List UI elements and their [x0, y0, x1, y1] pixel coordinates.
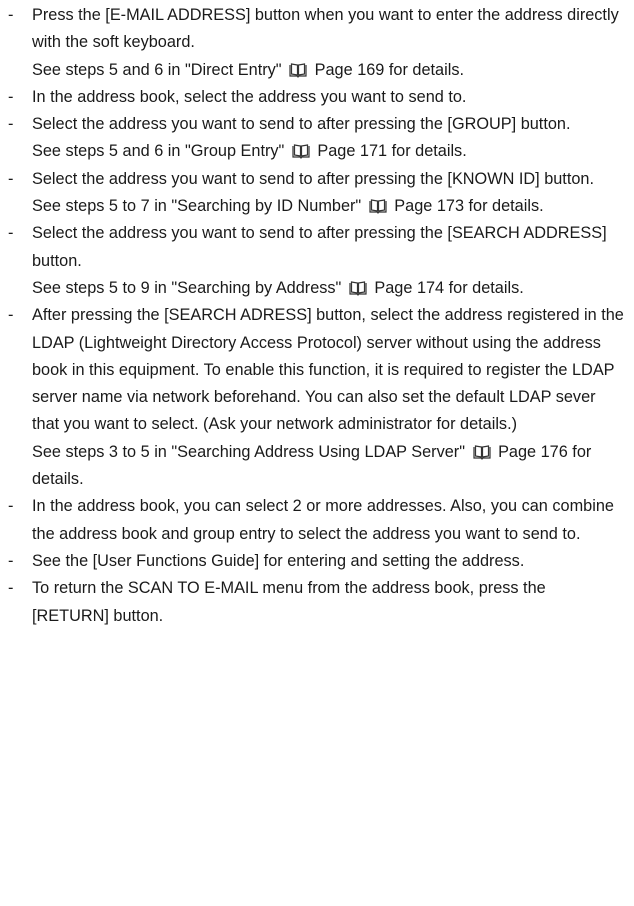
list-item: - Select the address you want to send to…	[8, 220, 626, 302]
bullet-dash: -	[8, 306, 14, 325]
list-item: - After pressing the [SEARCH ADRESS] but…	[8, 302, 626, 493]
list-item: - Select the address you want to send to…	[8, 111, 626, 166]
ref-text: See steps 5 and 6 in "Group Entry"	[32, 142, 285, 161]
list-item: - See the [User Functions Guide] for ent…	[8, 548, 626, 575]
ref-text: See steps 5 and 6 in "Direct Entry"	[32, 60, 282, 79]
note-text: Select the address you want to send to a…	[32, 115, 571, 134]
note-text: Press the [E-MAIL ADDRESS] button when y…	[32, 6, 619, 52]
note-text: In the address book, select the address …	[32, 87, 467, 106]
list-item: - To return the SCAN TO E-MAIL menu from…	[8, 575, 626, 630]
bullet-dash: -	[8, 169, 14, 188]
note-text: Select the address you want to send to a…	[32, 169, 594, 188]
book-icon	[292, 144, 310, 160]
note-text: After pressing the [SEARCH ADRESS] butto…	[32, 306, 624, 434]
page-ref-link[interactable]: Page 169 for details.	[315, 61, 464, 79]
bullet-dash: -	[8, 115, 14, 134]
bullet-dash: -	[8, 551, 14, 570]
bullet-dash: -	[8, 87, 14, 106]
page-ref-link[interactable]: Page 171 for details.	[317, 142, 466, 160]
book-icon	[369, 199, 387, 214]
note-text: To return the SCAN TO E-MAIL menu from t…	[32, 579, 546, 625]
list-item: - Select the address you want to send to…	[8, 166, 626, 221]
notes-list: - Press the [E-MAIL ADDRESS] button when…	[8, 2, 626, 630]
manual-page: - Press the [E-MAIL ADDRESS] button when…	[0, 0, 634, 906]
ref-text: See steps 5 to 7 in "Searching by ID Num…	[32, 197, 362, 216]
bullet-dash: -	[8, 224, 14, 243]
book-icon	[349, 281, 367, 296]
note-text: In the address book, you can select 2 or…	[32, 497, 614, 543]
note-text: See the [User Functions Guide] for enter…	[32, 551, 525, 570]
book-icon	[289, 62, 307, 78]
ref-text: See steps 5 to 9 in "Searching by Addres…	[32, 278, 342, 297]
note-text: Select the address you want to send to a…	[32, 224, 607, 270]
list-item: - In the address book, select the addres…	[8, 84, 626, 111]
page-ref-link[interactable]: Page 173 for details.	[394, 197, 543, 215]
bullet-dash: -	[8, 497, 14, 516]
ref-text: See steps 3 to 5 in "Searching Address U…	[32, 442, 465, 461]
list-item: - In the address book, you can select 2 …	[8, 493, 626, 548]
bullet-dash: -	[8, 6, 14, 24]
book-icon	[472, 445, 491, 460]
page-ref-link[interactable]: Page 174 for details.	[374, 279, 523, 297]
list-item: - Press the [E-MAIL ADDRESS] button when…	[8, 2, 626, 84]
bullet-dash: -	[8, 579, 14, 598]
